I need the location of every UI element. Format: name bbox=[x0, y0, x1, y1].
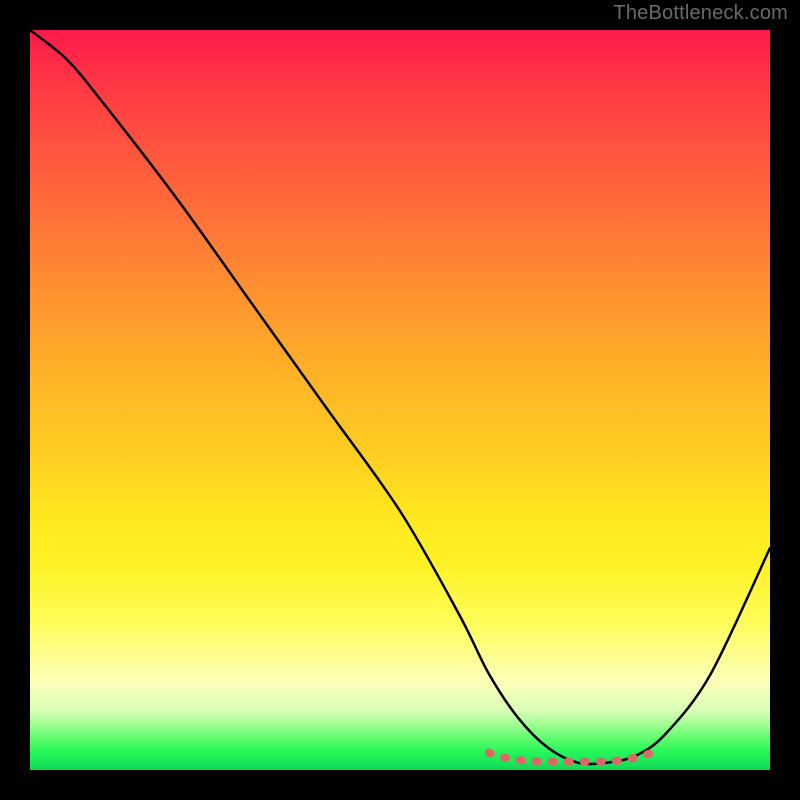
flat-region-marker bbox=[489, 753, 652, 762]
bottleneck-curve bbox=[30, 30, 770, 764]
chart-overlay-svg bbox=[30, 30, 770, 770]
attribution-text: TheBottleneck.com bbox=[613, 2, 788, 25]
chart-frame: TheBottleneck.com bbox=[0, 0, 800, 800]
